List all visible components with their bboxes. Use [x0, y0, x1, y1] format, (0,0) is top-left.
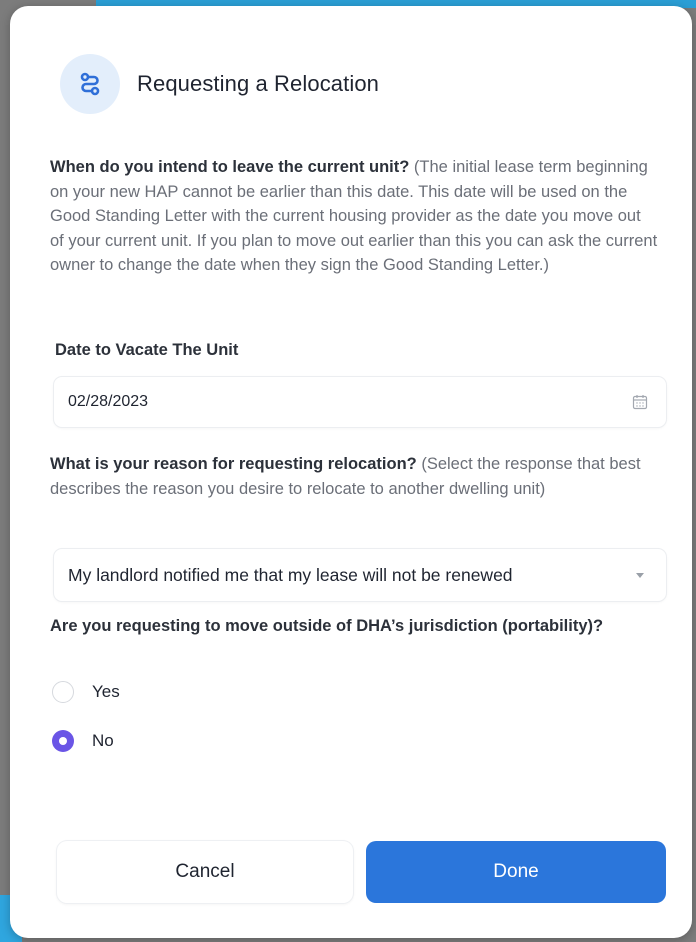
radio-no-label[interactable]: No: [92, 731, 114, 751]
cancel-button[interactable]: Cancel: [57, 841, 353, 903]
reason-question-bold: What is your reason for requesting reloc…: [50, 455, 417, 473]
vacate-question: When do you intend to leave the current …: [50, 155, 658, 278]
route-icon: [80, 72, 100, 96]
dialog-header: Requesting a Relocation: [60, 54, 379, 114]
radio-yes[interactable]: [52, 681, 74, 703]
vacate-date-input[interactable]: 02/28/2023: [54, 377, 666, 427]
radio-yes-label[interactable]: Yes: [92, 682, 120, 702]
chevron-down-icon[interactable]: [636, 572, 644, 578]
portability-question: Are you requesting to move outside of DH…: [50, 614, 658, 639]
dialog-title: Requesting a Relocation: [137, 71, 380, 96]
reason-select[interactable]: My landlord notified me that my lease wi…: [54, 549, 666, 601]
vacate-question-bold: When do you intend to leave the current …: [50, 158, 410, 176]
vacate-date-value: 02/28/2023: [68, 393, 149, 410]
radio-no[interactable]: [52, 730, 74, 752]
calendar-icon[interactable]: [632, 394, 648, 410]
radio-option-yes[interactable]: Yes: [52, 681, 120, 703]
relocation-dialog: Requesting a Relocation When do you inte…: [10, 6, 692, 938]
done-button[interactable]: Done: [366, 841, 666, 903]
radio-option-no[interactable]: No: [52, 730, 114, 752]
portability-question-bold: Are you requesting to move outside of DH…: [50, 617, 604, 635]
vacate-date-label: Date to Vacate The Unit: [55, 341, 239, 359]
reason-question: What is your reason for requesting reloc…: [50, 452, 658, 501]
reason-selected-value: My landlord notified me that my lease wi…: [68, 564, 513, 585]
header-icon-badge: [60, 54, 120, 114]
